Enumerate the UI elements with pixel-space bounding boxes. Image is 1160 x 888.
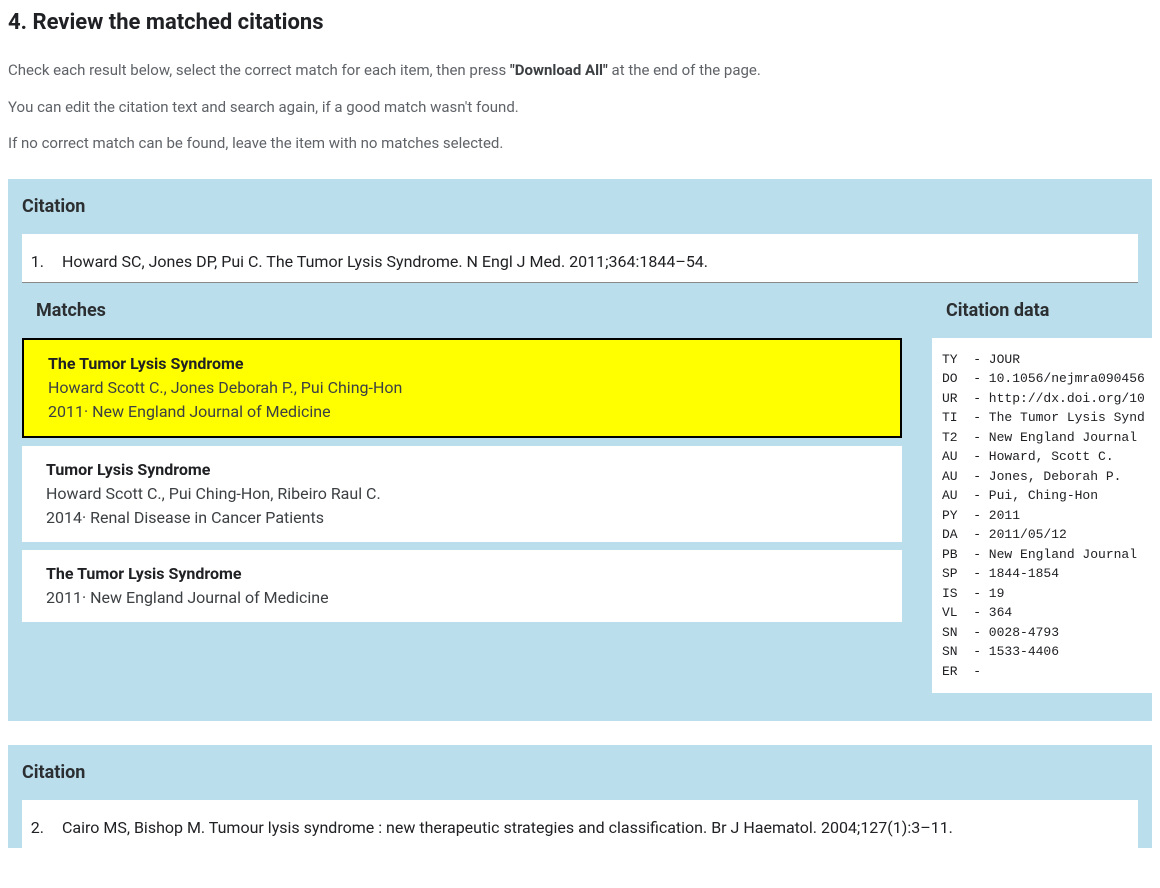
intro-line3: If no correct match can be found, leave … bbox=[8, 132, 1152, 155]
citation-number: 2. bbox=[30, 816, 44, 840]
intro-line1-post: at the end of the page. bbox=[608, 61, 761, 79]
citation-text[interactable]: Howard SC, Jones DP, Pui C. The Tumor Ly… bbox=[62, 250, 708, 274]
match-item[interactable]: Tumor Lysis Syndrome Howard Scott C., Pu… bbox=[22, 446, 902, 542]
citation-block: Citation 1. Howard SC, Jones DP, Pui C. … bbox=[8, 179, 1152, 722]
match-title: The Tumor Lysis Syndrome bbox=[48, 352, 876, 376]
match-authors: Howard Scott C., Jones Deborah P., Pui C… bbox=[48, 376, 876, 400]
citation-label: Citation bbox=[8, 745, 1152, 800]
intro-text: Check each result below, select the corr… bbox=[8, 59, 1152, 155]
match-authors: Howard Scott C., Pui Ching-Hon, Ribeiro … bbox=[46, 482, 878, 506]
citation-number: 1. bbox=[30, 250, 44, 274]
match-meta: 2011· New England Journal of Medicine bbox=[46, 586, 878, 610]
citation-block: Citation 2. Cairo MS, Bishop M. Tumour l… bbox=[8, 745, 1152, 848]
citation-label: Citation bbox=[8, 179, 1152, 234]
match-title: The Tumor Lysis Syndrome bbox=[46, 562, 878, 586]
intro-line1-pre: Check each result below, select the corr… bbox=[8, 61, 510, 79]
match-meta: 2011· New England Journal of Medicine bbox=[48, 400, 876, 424]
match-title: Tumor Lysis Syndrome bbox=[46, 458, 878, 482]
citation-input[interactable]: 1. Howard SC, Jones DP, Pui C. The Tumor… bbox=[22, 234, 1138, 283]
citation-text[interactable]: Cairo MS, Bishop M. Tumour lysis syndrom… bbox=[62, 816, 953, 840]
intro-line1-bold: "Download All" bbox=[510, 61, 608, 79]
page-heading: 4. Review the matched citations bbox=[8, 6, 1152, 39]
match-meta: 2014· Renal Disease in Cancer Patients bbox=[46, 506, 878, 530]
match-item[interactable]: The Tumor Lysis Syndrome Howard Scott C.… bbox=[22, 338, 902, 438]
citation-data-label: Citation data bbox=[932, 283, 1152, 338]
match-item[interactable]: The Tumor Lysis Syndrome 2011· New Engla… bbox=[22, 550, 902, 622]
matches-label: Matches bbox=[22, 283, 902, 338]
citation-input[interactable]: 2. Cairo MS, Bishop M. Tumour lysis synd… bbox=[22, 800, 1138, 848]
intro-line2: You can edit the citation text and searc… bbox=[8, 96, 1152, 119]
citation-data-ris: TY - JOUR DO - 10.1056/nejmra090456 UR -… bbox=[932, 338, 1152, 694]
